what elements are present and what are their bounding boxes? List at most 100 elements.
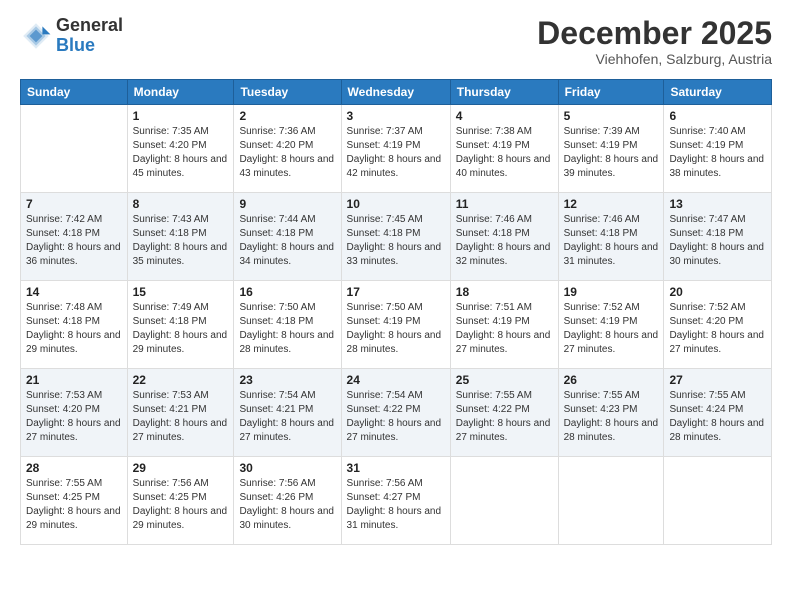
header-day-wednesday: Wednesday [341, 80, 450, 105]
calendar-cell: 4 Sunrise: 7:38 AM Sunset: 4:19 PM Daylig… [450, 105, 558, 193]
day-detail: Sunrise: 7:43 AM Sunset: 4:18 PM Dayligh… [133, 213, 229, 269]
day-number: 29 [133, 461, 229, 475]
calendar-cell [558, 457, 664, 545]
day-detail: Sunrise: 7:49 AM Sunset: 4:18 PM Dayligh… [133, 301, 229, 357]
month-title: December 2025 [537, 16, 772, 51]
page-container: General Blue December 2025 Viehhofen, Sa… [0, 0, 792, 555]
calendar-table: SundayMondayTuesdayWednesdayThursdayFrid… [20, 79, 772, 545]
day-number: 6 [669, 109, 766, 123]
day-detail: Sunrise: 7:53 AM Sunset: 4:20 PM Dayligh… [26, 389, 122, 445]
calendar-cell: 10Sunrise: 7:45 AM Sunset: 4:18 PM Dayli… [341, 193, 450, 281]
day-detail: Sunrise: 7:38 AM Sunset: 4:19 PM Dayligh… [456, 125, 553, 181]
day-detail: Sunrise: 7:47 AM Sunset: 4:18 PM Dayligh… [669, 213, 766, 269]
calendar-cell: 3 Sunrise: 7:37 AM Sunset: 4:19 PM Daylig… [341, 105, 450, 193]
day-detail: Sunrise: 7:39 AM Sunset: 4:19 PM Dayligh… [564, 125, 659, 181]
day-detail: Sunrise: 7:55 AM Sunset: 4:22 PM Dayligh… [456, 389, 553, 445]
logo-blue-text: Blue [56, 36, 123, 56]
day-number: 12 [564, 197, 659, 211]
calendar-cell: 18 Sunrise: 7:51 AM Sunset: 4:19 PM Dayli… [450, 281, 558, 369]
day-number: 7 [26, 197, 122, 211]
week-row-1: 7 Sunrise: 7:42 AM Sunset: 4:18 PM Daylig… [21, 193, 772, 281]
day-number: 16 [239, 285, 335, 299]
day-number: 18 [456, 285, 553, 299]
header-day-thursday: Thursday [450, 80, 558, 105]
calendar-cell: 24 Sunrise: 7:54 AM Sunset: 4:22 PM Dayli… [341, 369, 450, 457]
day-number: 8 [133, 197, 229, 211]
calendar-cell: 8 Sunrise: 7:43 AM Sunset: 4:18 PM Daylig… [127, 193, 234, 281]
day-detail: Sunrise: 7:55 AM Sunset: 4:25 PM Dayligh… [26, 477, 122, 533]
day-detail: Sunrise: 7:46 AM Sunset: 4:18 PM Dayligh… [456, 213, 553, 269]
day-number: 22 [133, 373, 229, 387]
day-detail: Sunrise: 7:42 AM Sunset: 4:18 PM Dayligh… [26, 213, 122, 269]
day-detail: Sunrise: 7:55 AM Sunset: 4:23 PM Dayligh… [564, 389, 659, 445]
day-detail: Sunrise: 7:35 AM Sunset: 4:20 PM Dayligh… [133, 125, 229, 181]
day-number: 25 [456, 373, 553, 387]
day-number: 30 [239, 461, 335, 475]
header-day-saturday: Saturday [664, 80, 772, 105]
header-day-monday: Monday [127, 80, 234, 105]
day-number: 14 [26, 285, 122, 299]
day-number: 27 [669, 373, 766, 387]
header-row: SundayMondayTuesdayWednesdayThursdayFrid… [21, 80, 772, 105]
logo-text: General Blue [56, 16, 123, 56]
calendar-cell: 20Sunrise: 7:52 AM Sunset: 4:20 PM Dayli… [664, 281, 772, 369]
title-block: December 2025 Viehhofen, Salzburg, Austr… [537, 16, 772, 67]
calendar-cell: 2 Sunrise: 7:36 AM Sunset: 4:20 PM Daylig… [234, 105, 341, 193]
calendar-cell: 27 Sunrise: 7:55 AM Sunset: 4:24 PM Dayli… [664, 369, 772, 457]
week-row-4: 28Sunrise: 7:55 AM Sunset: 4:25 PM Dayli… [21, 457, 772, 545]
calendar-cell: 23 Sunrise: 7:54 AM Sunset: 4:21 PM Dayli… [234, 369, 341, 457]
day-detail: Sunrise: 7:48 AM Sunset: 4:18 PM Dayligh… [26, 301, 122, 357]
calendar-cell: 7 Sunrise: 7:42 AM Sunset: 4:18 PM Daylig… [21, 193, 128, 281]
day-number: 5 [564, 109, 659, 123]
header-day-tuesday: Tuesday [234, 80, 341, 105]
day-number: 2 [239, 109, 335, 123]
day-detail: Sunrise: 7:40 AM Sunset: 4:19 PM Dayligh… [669, 125, 766, 181]
calendar-cell: 17 Sunrise: 7:50 AM Sunset: 4:19 PM Dayli… [341, 281, 450, 369]
calendar-cell: 22Sunrise: 7:53 AM Sunset: 4:21 PM Dayli… [127, 369, 234, 457]
location-text: Viehhofen, Salzburg, Austria [537, 51, 772, 67]
day-number: 17 [347, 285, 445, 299]
day-number: 24 [347, 373, 445, 387]
day-number: 19 [564, 285, 659, 299]
header-day-sunday: Sunday [21, 80, 128, 105]
calendar-cell [664, 457, 772, 545]
header-day-friday: Friday [558, 80, 664, 105]
day-detail: Sunrise: 7:36 AM Sunset: 4:20 PM Dayligh… [239, 125, 335, 181]
day-detail: Sunrise: 7:45 AM Sunset: 4:18 PM Dayligh… [347, 213, 445, 269]
day-detail: Sunrise: 7:37 AM Sunset: 4:19 PM Dayligh… [347, 125, 445, 181]
day-number: 23 [239, 373, 335, 387]
day-detail: Sunrise: 7:54 AM Sunset: 4:22 PM Dayligh… [347, 389, 445, 445]
day-number: 11 [456, 197, 553, 211]
calendar-cell: 31 Sunrise: 7:56 AM Sunset: 4:27 PM Dayli… [341, 457, 450, 545]
day-number: 31 [347, 461, 445, 475]
logo: General Blue [20, 16, 123, 56]
day-number: 15 [133, 285, 229, 299]
week-row-0: 1Sunrise: 7:35 AM Sunset: 4:20 PM Daylig… [21, 105, 772, 193]
day-number: 21 [26, 373, 122, 387]
calendar-cell: 21 Sunrise: 7:53 AM Sunset: 4:20 PM Dayli… [21, 369, 128, 457]
week-row-3: 21 Sunrise: 7:53 AM Sunset: 4:20 PM Dayli… [21, 369, 772, 457]
day-number: 20 [669, 285, 766, 299]
day-detail: Sunrise: 7:46 AM Sunset: 4:18 PM Dayligh… [564, 213, 659, 269]
calendar-cell: 6 Sunrise: 7:40 AM Sunset: 4:19 PM Daylig… [664, 105, 772, 193]
header: General Blue December 2025 Viehhofen, Sa… [20, 16, 772, 67]
day-detail: Sunrise: 7:55 AM Sunset: 4:24 PM Dayligh… [669, 389, 766, 445]
calendar-cell: 15 Sunrise: 7:49 AM Sunset: 4:18 PM Dayli… [127, 281, 234, 369]
day-detail: Sunrise: 7:56 AM Sunset: 4:25 PM Dayligh… [133, 477, 229, 533]
calendar-cell: 19 Sunrise: 7:52 AM Sunset: 4:19 PM Dayli… [558, 281, 664, 369]
day-number: 3 [347, 109, 445, 123]
calendar-cell: 12 Sunrise: 7:46 AM Sunset: 4:18 PM Dayli… [558, 193, 664, 281]
calendar-cell: 30Sunrise: 7:56 AM Sunset: 4:26 PM Dayli… [234, 457, 341, 545]
day-detail: Sunrise: 7:50 AM Sunset: 4:18 PM Dayligh… [239, 301, 335, 357]
calendar-body: 1Sunrise: 7:35 AM Sunset: 4:20 PM Daylig… [21, 105, 772, 545]
day-detail: Sunrise: 7:51 AM Sunset: 4:19 PM Dayligh… [456, 301, 553, 357]
day-number: 4 [456, 109, 553, 123]
day-detail: Sunrise: 7:56 AM Sunset: 4:27 PM Dayligh… [347, 477, 445, 533]
calendar-cell: 11 Sunrise: 7:46 AM Sunset: 4:18 PM Dayli… [450, 193, 558, 281]
day-number: 26 [564, 373, 659, 387]
day-detail: Sunrise: 7:50 AM Sunset: 4:19 PM Dayligh… [347, 301, 445, 357]
calendar-cell: 5 Sunrise: 7:39 AM Sunset: 4:19 PM Daylig… [558, 105, 664, 193]
day-detail: Sunrise: 7:52 AM Sunset: 4:19 PM Dayligh… [564, 301, 659, 357]
day-number: 9 [239, 197, 335, 211]
day-detail: Sunrise: 7:54 AM Sunset: 4:21 PM Dayligh… [239, 389, 335, 445]
